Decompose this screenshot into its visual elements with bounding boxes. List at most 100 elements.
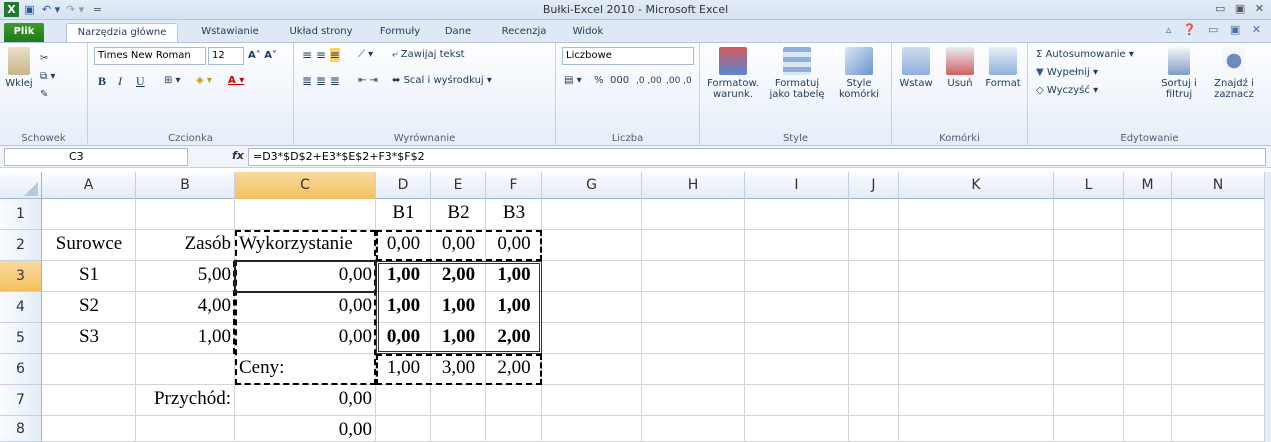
cell-b7[interactable]: Przychód: [136,385,235,416]
vertical-scrollbar[interactable] [1265,172,1271,442]
font-color-icon[interactable]: A ▾ [228,73,244,89]
cell-c8[interactable]: 0,00 [235,416,376,442]
column-header-j[interactable]: J [849,172,899,199]
cell-d1[interactable]: B1 [376,199,431,230]
format-painter-icon[interactable]: ✎ [40,87,48,103]
tab-review[interactable]: Recenzja [494,23,554,42]
column-header-b[interactable]: B [136,172,235,199]
cell-styles-button[interactable]: Style komórki [830,47,888,100]
column-header-a[interactable]: A [42,172,136,199]
row-header-4[interactable]: 4 [0,292,42,323]
cell-a5[interactable]: S3 [42,323,136,354]
tab-data[interactable]: Dane [438,23,478,42]
cell-b5[interactable]: 1,00 [136,323,235,354]
cell-f5[interactable]: 2,00 [486,323,542,354]
column-header-h[interactable]: H [642,172,745,199]
sort-filter-button[interactable]: Sortuj i filtruj [1154,47,1204,100]
fill-color-icon[interactable]: ◈ ▾ [196,73,212,89]
grow-font-icon[interactable]: A˄ A˅ [248,48,277,64]
percent-button[interactable]: % [594,73,604,89]
tab-formulas[interactable]: Formuły [374,23,426,42]
font-size-select[interactable]: 12 [208,47,244,65]
tab-page-layout[interactable]: Układ strony [282,23,360,42]
merge-center-button[interactable]: ⬌ Scal i wyśrodkuj ▾ [392,73,492,89]
italic-button[interactable]: I [118,73,122,89]
insert-cells-button[interactable]: Wstaw [896,47,936,89]
cell-f3[interactable]: 1,00 [486,261,542,292]
cell-c6[interactable]: Ceny: [235,354,376,385]
row-header-2[interactable]: 2 [0,230,42,261]
align-top-icon[interactable]: ≡ ≡ ≡ [302,47,340,63]
cell-d5[interactable]: 0,00 [376,323,431,354]
cell-c5[interactable]: 0,00 [235,323,376,354]
column-header-l[interactable]: L [1054,172,1124,199]
cell-f2[interactable]: 0,00 [486,230,542,261]
cell-f4[interactable]: 1,00 [486,292,542,323]
row-header-7[interactable]: 7 [0,385,42,416]
row-header-3[interactable]: 3 [0,261,42,292]
cell-d6[interactable]: 1,00 [376,354,431,385]
bold-button[interactable]: B [98,73,106,89]
orientation-icon[interactable]: ⟋ ▾ [358,47,373,63]
cell-a2[interactable]: Surowce [42,230,136,261]
cell-d2[interactable]: 0,00 [376,230,431,261]
decrease-decimal-button[interactable]: ,00 ,0 [666,73,692,89]
cell-e6[interactable]: 3,00 [431,354,486,385]
number-format-select[interactable]: Liczbowe [562,47,694,65]
format-cells-button[interactable]: Format [982,47,1024,89]
column-header-k[interactable]: K [899,172,1054,199]
help-controls[interactable]: ▵ ❓ ▭ ▣ ✕ [1166,23,1265,36]
cell-c4[interactable]: 0,00 [235,292,376,323]
formula-input[interactable]: =D3*$D$2+E3*$E$2+F3*$F$2 [248,148,1266,166]
clear-button[interactable]: ◇ Wyczyść ▾ [1036,83,1098,99]
cell-e2[interactable]: 0,00 [431,230,486,261]
cell-c7[interactable]: 0,00 [235,385,376,416]
cell-e3[interactable]: 2,00 [431,261,486,292]
cell-c2[interactable]: Wykorzystanie [235,230,376,261]
column-header-e[interactable]: E [431,172,486,199]
cell-e4[interactable]: 1,00 [431,292,486,323]
row-header-5[interactable]: 5 [0,323,42,354]
column-header-d[interactable]: D [376,172,431,199]
cell-b4[interactable]: 4,00 [136,292,235,323]
borders-icon[interactable]: ⊞ ▾ [164,73,181,89]
indent-icon[interactable]: ⇤ ⇥ [358,73,378,89]
select-all-corner[interactable] [0,172,42,199]
wrap-text-button[interactable]: ⤶ Zawijaj tekst [392,47,465,63]
cell-d4[interactable]: 1,00 [376,292,431,323]
column-header-g[interactable]: G [542,172,642,199]
underline-button[interactable]: U [136,73,145,89]
currency-icon[interactable]: ▤ ▾ [564,73,582,89]
cut-icon[interactable]: ✂ [40,51,48,67]
cell-e1[interactable]: B2 [431,199,486,230]
tab-home[interactable]: Narzędzia główne [66,23,178,42]
cell-e5[interactable]: 1,00 [431,323,486,354]
insert-function-icon[interactable]: fx [232,149,244,162]
row-header-6[interactable]: 6 [0,354,42,385]
column-header-f[interactable]: F [486,172,542,199]
row-header-1[interactable]: 1 [0,199,42,230]
column-header-c[interactable]: C [235,172,376,199]
font-name-select[interactable]: Times New Roman [94,47,206,65]
conditional-formatting-button[interactable]: Formatow. warunk. [702,47,764,100]
format-as-table-button[interactable]: Formatuj jako tabelę [766,47,828,100]
autosum-button[interactable]: Σ Autosumowanie ▾ [1036,47,1134,63]
tab-insert[interactable]: Wstawianie [194,23,266,42]
cell-a3[interactable]: S1 [42,261,136,292]
cell-b2[interactable]: Zasób [136,230,235,261]
cell-f1[interactable]: B3 [486,199,542,230]
paste-button[interactable]: Wklej [2,47,36,89]
cell-b3[interactable]: 5,00 [136,261,235,292]
cell-a4[interactable]: S2 [42,292,136,323]
tab-view[interactable]: Widok [568,23,608,42]
cell-d3[interactable]: 1,00 [376,261,431,292]
fill-button[interactable]: ▼ Wypełnij ▾ [1036,65,1098,81]
align-left-icon[interactable]: ≣ ≣ ≣ [302,73,340,89]
column-header-m[interactable]: M [1124,172,1172,199]
delete-cells-button[interactable]: Usuń [940,47,980,89]
cell-c3[interactable]: 0,00 [235,261,376,292]
thousands-button[interactable]: 000 [610,73,629,89]
increase-decimal-button[interactable]: ,0 ,00 [636,73,662,89]
row-header-8[interactable]: 8 [0,416,42,442]
copy-icon[interactable]: ⧉ ▾ [40,69,55,85]
